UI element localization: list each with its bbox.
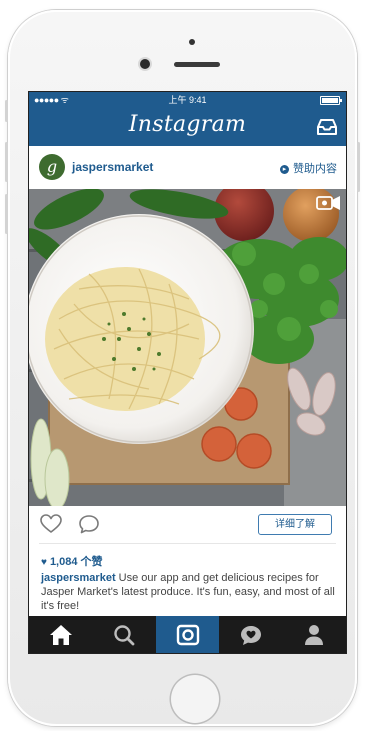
top-navigation-bar: Instagram [29, 108, 346, 146]
avatar[interactable]: g [39, 154, 65, 180]
post-username[interactable]: jaspersmarket [72, 160, 153, 174]
tab-camera[interactable] [155, 616, 220, 653]
tab-search[interactable] [92, 616, 155, 653]
home-button[interactable] [171, 675, 219, 723]
status-bar: ●●●●● ᯤ 上午 9:41 [29, 92, 346, 108]
status-time: 上午 9:41 [168, 95, 207, 105]
earpiece-speaker [174, 62, 220, 67]
instagram-logo: Instagram [128, 112, 247, 137]
tab-profile[interactable] [283, 616, 346, 653]
mute-switch [5, 100, 8, 122]
power-button [357, 142, 360, 192]
likes-heart-icon: ♥ [41, 557, 47, 568]
screen: ●●●●● ᯤ 上午 9:41 Instagram g jaspersmarke… [28, 91, 347, 654]
proximity-sensor [189, 39, 195, 45]
comment-icon[interactable] [78, 514, 100, 534]
like-heart-icon[interactable] [40, 514, 62, 534]
post-caption: jaspersmarket Use our app and get delici… [41, 571, 336, 613]
post-actions: 详细了解 [29, 506, 346, 544]
learn-more-button[interactable]: 详细了解 [258, 514, 332, 535]
home-icon [49, 624, 72, 645]
post-header: g jaspersmarket ▸ 赞助内容 [29, 146, 346, 189]
like-count-text: 1,084 个赞 [49, 556, 103, 568]
caption-username[interactable]: jaspersmarket [41, 572, 116, 584]
sponsored-icon: ▸ [280, 165, 289, 174]
actions-divider [39, 543, 336, 544]
sponsored-label: ▸ 赞助内容 [280, 160, 337, 176]
inbox-icon[interactable] [316, 118, 338, 136]
post-photo[interactable] [29, 189, 346, 506]
tab-home[interactable] [29, 616, 92, 653]
like-count[interactable]: ♥ 1,084 个赞 [41, 553, 103, 569]
search-icon [114, 624, 135, 645]
battery-icon [320, 96, 342, 105]
tab-activity[interactable] [219, 616, 282, 653]
bottom-tab-bar [29, 616, 346, 653]
volume-up-button [5, 142, 8, 182]
activity-heart-icon [240, 625, 261, 645]
camera-icon [176, 624, 199, 645]
volume-down-button [5, 194, 8, 234]
front-camera [140, 59, 150, 69]
profile-icon [305, 624, 324, 645]
sponsored-text: 赞助内容 [293, 163, 337, 175]
